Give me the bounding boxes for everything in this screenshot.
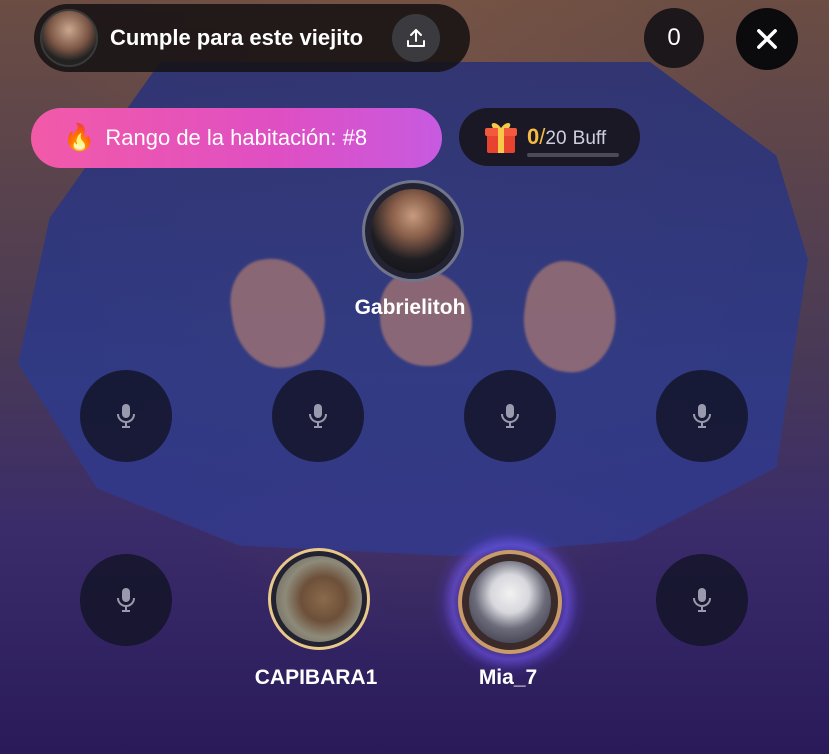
room-rank-button[interactable]: 🔥 Rango de la habitación: #8 — [31, 108, 442, 168]
microphone-icon — [693, 404, 711, 428]
empty-seat[interactable] — [272, 370, 364, 462]
microphone-icon — [309, 404, 327, 428]
room-owner-avatar[interactable] — [40, 9, 98, 67]
host-avatar — [370, 188, 456, 274]
close-button[interactable] — [736, 8, 798, 70]
empty-seat[interactable] — [656, 554, 748, 646]
microphone-icon — [117, 588, 135, 612]
buff-progress-bar — [527, 153, 619, 157]
host-avatar-frame — [362, 180, 464, 282]
capibara-name: CAPIBARA1 — [254, 666, 378, 689]
microphone-icon — [693, 588, 711, 612]
capibara-seat[interactable] — [268, 548, 370, 650]
buff-label: Buff — [572, 128, 607, 149]
capibara-avatar — [275, 555, 363, 643]
buff-button[interactable]: 0/20 Buff — [459, 108, 640, 166]
viewer-count-button[interactable]: 0 — [644, 8, 704, 68]
buff-current: 0 — [527, 124, 540, 149]
room-rank-label: Rango de la habitación: #8 — [105, 125, 368, 150]
mia-seat[interactable] — [458, 550, 562, 654]
empty-seat[interactable] — [656, 370, 748, 462]
microphone-icon — [501, 404, 519, 428]
room-title: Cumple para este viejito — [110, 25, 364, 50]
mia-avatar-frame — [458, 550, 562, 654]
share-icon — [407, 29, 425, 47]
gift-icon — [483, 119, 519, 155]
capibara-avatar-frame — [268, 548, 370, 650]
room-title-bar[interactable]: Cumple para este viejito — [34, 4, 470, 72]
mia-avatar — [468, 560, 552, 644]
empty-seat[interactable] — [80, 554, 172, 646]
fire-icon: 🔥 — [63, 123, 96, 153]
buff-progress-text: 0/20 Buff — [527, 124, 606, 150]
mia-name: Mia_7 — [478, 666, 538, 689]
share-button[interactable] — [392, 14, 440, 62]
host-seat[interactable] — [362, 180, 464, 282]
empty-seat[interactable] — [464, 370, 556, 462]
close-icon — [757, 29, 777, 49]
buff-max: 20 — [545, 128, 567, 149]
microphone-icon — [117, 404, 135, 428]
empty-seat[interactable] — [80, 370, 172, 462]
host-name: Gabrielitoh — [354, 296, 466, 319]
viewer-count: 0 — [667, 24, 681, 51]
